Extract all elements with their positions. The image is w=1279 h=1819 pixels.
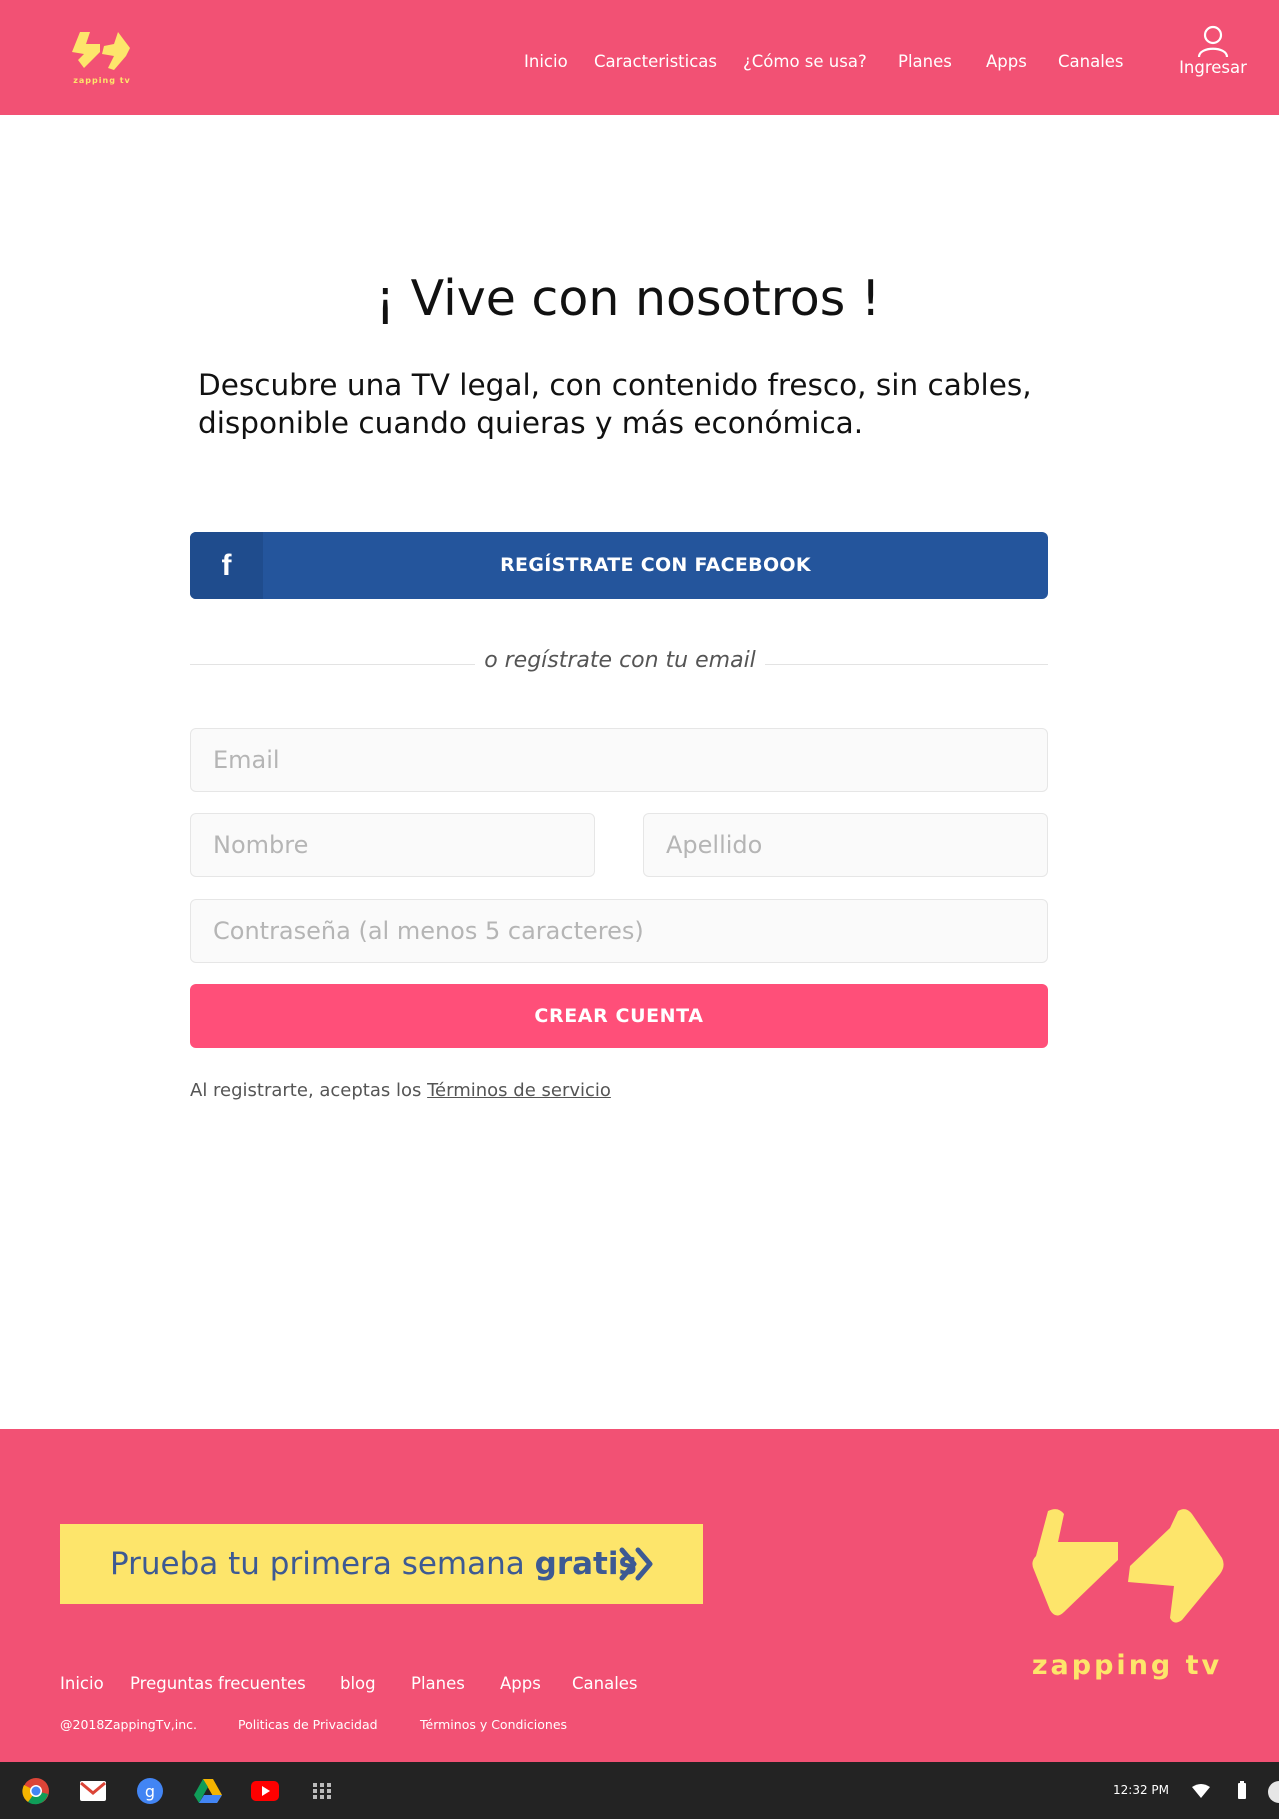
terms-prefix: Al registrarte, aceptas los <box>190 1080 422 1101</box>
footer-link-planes[interactable]: Planes <box>411 1674 465 1693</box>
page-title: ¡ Vive con nosotros ! <box>375 270 881 327</box>
gmail-icon[interactable] <box>80 1781 106 1801</box>
terms-of-service-link[interactable]: Términos de servicio <box>427 1080 611 1101</box>
last-name-field[interactable] <box>643 813 1048 877</box>
double-chevron-right-icon <box>619 1547 653 1581</box>
wifi-icon[interactable] <box>1192 1784 1210 1798</box>
os-taskbar <box>0 1762 1279 1819</box>
divider-text: o regístrate con tu email <box>484 648 756 673</box>
youtube-icon[interactable] <box>251 1781 279 1801</box>
zapping-footer-logo-text: zapping tv <box>1031 1650 1223 1681</box>
google-icon[interactable]: g <box>136 1777 164 1805</box>
zapping-logo-mark <box>72 32 130 70</box>
password-field[interactable] <box>190 899 1048 963</box>
create-account-button[interactable]: CREAR CUENTA <box>190 984 1048 1048</box>
facebook-signup-label: REGÍSTRATE CON FACEBOOK <box>500 554 811 576</box>
footer-link-canales[interactable]: Canales <box>572 1674 638 1693</box>
clock[interactable]: 12:32 PM <box>1113 1783 1169 1797</box>
free-trial-cta[interactable]: Prueba tu primera semana gratis <box>60 1524 703 1604</box>
zapping-footer-logo-mark <box>1032 1509 1224 1623</box>
chrome-icon[interactable] <box>22 1777 50 1805</box>
svg-text:g: g <box>145 1782 155 1801</box>
facebook-signup-button[interactable]: f REGÍSTRATE CON FACEBOOK <box>190 532 1048 599</box>
nav-canales[interactable]: Canales <box>1058 52 1124 71</box>
nav-caracteristicas[interactable]: Caracteristicas <box>594 52 717 71</box>
divider-left <box>190 664 475 665</box>
launcher-icon[interactable] <box>312 1782 332 1800</box>
zapping-logo-text: zapping tv <box>73 76 131 85</box>
first-name-field[interactable] <box>190 813 595 877</box>
zapping-logo[interactable]: zapping tv <box>70 30 134 88</box>
page-subtitle: Descubre una TV legal, con contenido fre… <box>198 368 1032 440</box>
copyright-text: @2018ZappingTv,inc. <box>60 1717 197 1732</box>
facebook-icon: f <box>221 549 232 582</box>
footer-link-terms[interactable]: Términos y Condiciones <box>420 1717 567 1732</box>
drive-icon[interactable] <box>194 1779 222 1803</box>
nav-planes[interactable]: Planes <box>898 52 952 71</box>
login-button[interactable]: Ingresar <box>1176 24 1250 77</box>
free-trial-cta-text: Prueba tu primera semana gratis <box>110 1524 637 1604</box>
footer-link-inicio[interactable]: Inicio <box>60 1674 104 1693</box>
nav-apps[interactable]: Apps <box>986 52 1027 71</box>
nav-como-se-usa[interactable]: ¿Cómo se usa? <box>743 52 867 71</box>
user-icon <box>1197 25 1229 58</box>
footer-link-privacy[interactable]: Politicas de Privacidad <box>238 1717 378 1732</box>
login-label: Ingresar <box>1179 58 1247 77</box>
footer-link-faq[interactable]: Preguntas frecuentes <box>130 1674 306 1693</box>
nav-inicio[interactable]: Inicio <box>524 52 568 71</box>
footer-link-blog[interactable]: blog <box>340 1674 376 1693</box>
free-trial-cta-label: Prueba tu primera semana <box>110 1546 525 1582</box>
email-field[interactable] <box>190 728 1048 792</box>
footer-link-apps[interactable]: Apps <box>500 1674 541 1693</box>
terms-notice: Al registrarte, aceptas los Términos de … <box>190 1080 611 1101</box>
zapping-footer-logo <box>1030 1508 1224 1628</box>
battery-icon[interactable] <box>1237 1781 1247 1799</box>
divider-right <box>765 664 1048 665</box>
